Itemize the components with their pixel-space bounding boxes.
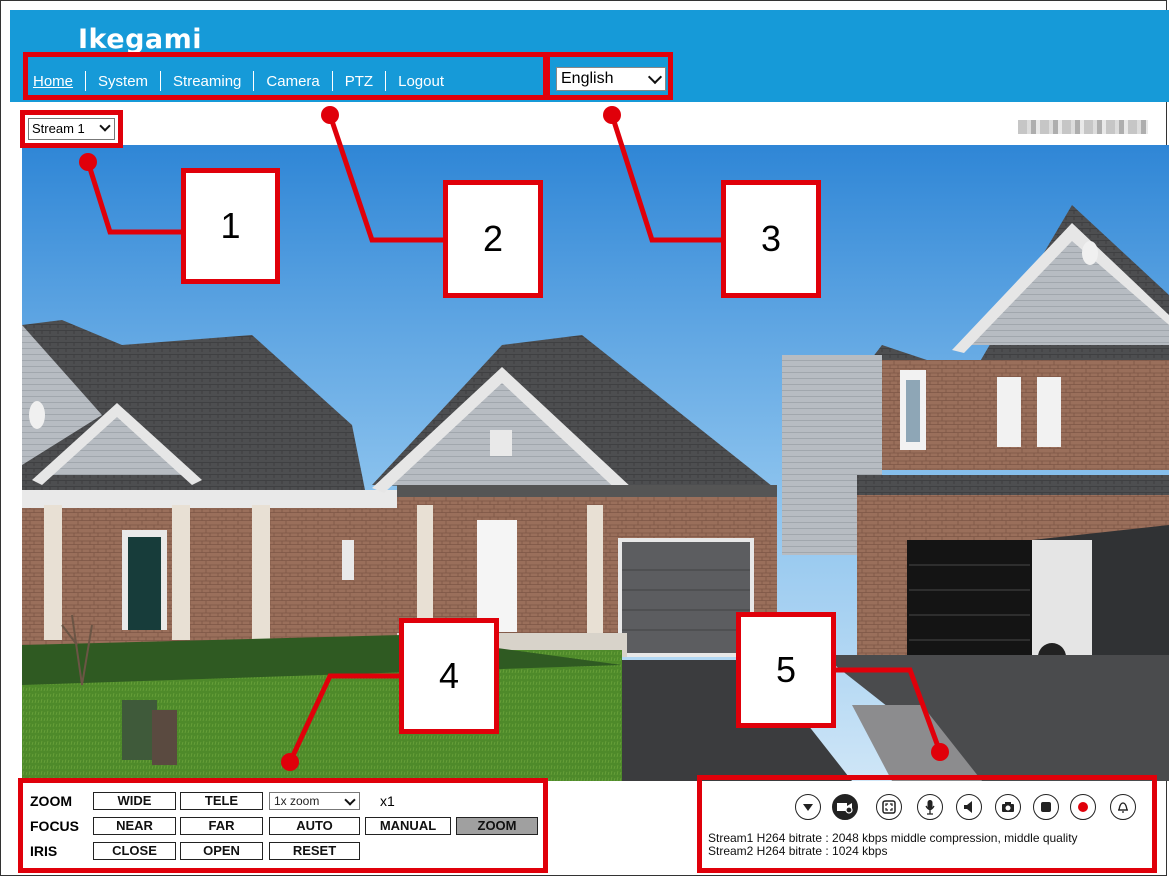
zoom-level-select[interactable]: 1x zoom: [269, 792, 360, 810]
alarm-bell-icon[interactable]: [1110, 794, 1136, 820]
microphone-icon[interactable]: [917, 794, 943, 820]
iris-reset-button[interactable]: RESET: [269, 842, 360, 860]
focus-zoom-button[interactable]: ZOOM: [456, 817, 538, 835]
stream-info-line-2: Stream2 H264 bitrate : 1024 kbps: [708, 844, 888, 858]
iris-label: IRIS: [30, 843, 58, 859]
iris-open-button[interactable]: OPEN: [180, 842, 263, 860]
fullscreen-icon[interactable]: [876, 794, 902, 820]
callout-2: 2: [443, 180, 543, 298]
focus-auto-button[interactable]: AUTO: [269, 817, 360, 835]
iris-close-button[interactable]: CLOSE: [93, 842, 176, 860]
speaker-icon[interactable]: [956, 794, 982, 820]
zoom-tele-button[interactable]: TELE: [180, 792, 263, 810]
focus-far-button[interactable]: FAR: [180, 817, 263, 835]
stream-info: Stream1 H264 bitrate : 2048 kbps middle …: [708, 832, 1078, 858]
zoom-level-value: 1x zoom: [274, 794, 320, 808]
stop-icon[interactable]: [1033, 794, 1059, 820]
focus-manual-button[interactable]: MANUAL: [365, 817, 451, 835]
chevron-down-icon: [344, 794, 356, 806]
callout-3: 3: [721, 180, 821, 298]
dropdown-icon[interactable]: [795, 794, 821, 820]
callout-1: 1: [181, 168, 280, 284]
zoom-label: ZOOM: [30, 793, 72, 809]
zoom-camera-icon[interactable]: [832, 794, 858, 820]
zoom-wide-button[interactable]: WIDE: [93, 792, 176, 810]
snapshot-icon[interactable]: [995, 794, 1021, 820]
zoom-value: x1: [380, 793, 395, 809]
callout-5: 5: [736, 612, 836, 728]
focus-label: FOCUS: [30, 818, 79, 834]
callout-4: 4: [399, 618, 499, 734]
callout-lines: [79, 106, 949, 771]
focus-near-button[interactable]: NEAR: [93, 817, 176, 835]
record-icon[interactable]: [1070, 794, 1096, 820]
